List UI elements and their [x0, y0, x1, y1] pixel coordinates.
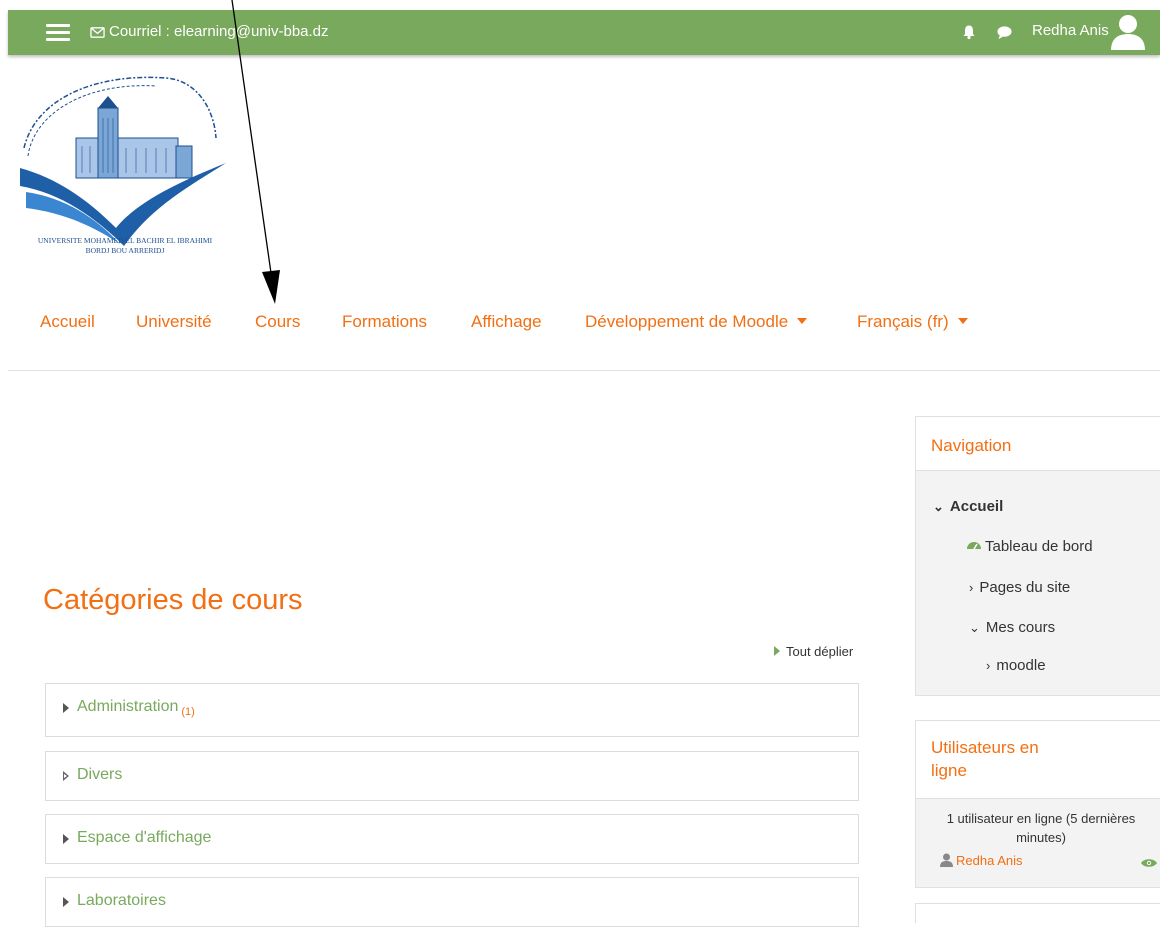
nav-tree-label: moodle: [996, 657, 1046, 674]
block-title: Navigation: [931, 436, 1012, 455]
chat-icon[interactable]: [996, 25, 1013, 40]
nav-tree-moodle[interactable]: › moodle: [986, 657, 1046, 674]
user-menu-name[interactable]: Redha Anis: [1032, 22, 1109, 39]
expand-all-label: Tout déplier: [786, 644, 854, 659]
expand-triangle-icon[interactable]: [63, 897, 69, 907]
eye-icon[interactable]: [1141, 858, 1157, 868]
expand-all-link[interactable]: Tout déplier: [774, 644, 853, 659]
chevron-right-icon: ›: [969, 580, 974, 595]
nav-item-universite[interactable]: Université: [136, 312, 212, 332]
category-count: (1): [181, 706, 195, 718]
nav-tree-dashboard[interactable]: Tableau de bord: [966, 538, 1093, 555]
nav-item-developpement-dropdown[interactable]: Développement de Moodle: [585, 312, 808, 332]
page-title: Catégories de cours: [43, 584, 303, 616]
nav-item-language-label: Français (fr): [857, 312, 949, 331]
bell-icon[interactable]: [961, 24, 977, 40]
navigation-block: Navigation ⌄ Accueil Tableau de bord › Pag…: [915, 416, 1160, 696]
chevron-down-icon: ⌄: [969, 620, 980, 635]
nav-tree-label: Tableau de bord: [985, 538, 1093, 555]
online-users-block: Utilisateurs en ligne 1 utilisateur en l…: [915, 720, 1160, 888]
nav-tree-mes-cours[interactable]: ⌄ Mes cours: [969, 619, 1055, 636]
university-logo: [20, 76, 226, 246]
block-title-line1: Utilisateurs en: [931, 738, 1039, 757]
nav-item-cours[interactable]: Cours: [255, 312, 300, 332]
expand-triangle-icon[interactable]: [63, 771, 69, 781]
nav-tree-label: Pages du site: [979, 579, 1071, 596]
category-name[interactable]: Divers: [77, 766, 122, 784]
user-avatar-icon[interactable]: [1109, 13, 1147, 51]
nav-item-formations[interactable]: Formations: [342, 312, 427, 332]
logo-caption-line1: UNIVERSITE MOHAMED EL BACHIR EL IBRAHIMI: [37, 236, 213, 245]
next-block-edge: [915, 903, 1160, 923]
top-navbar: Courriel : elearning@univ-bba.dz Redha A…: [8, 10, 1160, 55]
dashboard-icon: [967, 542, 981, 550]
category-divers[interactable]: Divers: [45, 751, 859, 801]
category-laboratoires[interactable]: Laboratoires: [45, 877, 859, 927]
nav-tree-label: Accueil: [949, 498, 1004, 515]
online-user-name[interactable]: Redha Anis: [956, 853, 1023, 868]
category-label[interactable]: Administration (1): [77, 698, 195, 718]
nav-item-language-dropdown[interactable]: Français (fr): [857, 312, 968, 332]
nav-tree-pages-du-site[interactable]: › Pages du site: [969, 579, 1070, 596]
hamburger-menu-icon[interactable]: [46, 24, 70, 42]
block-title-line2: ligne: [931, 761, 967, 780]
mail-icon: [90, 27, 105, 38]
online-summary-line2: minutes): [1016, 830, 1066, 845]
nav-item-developpement-label: Développement de Moodle: [585, 312, 789, 331]
chevron-down-icon: [957, 317, 968, 324]
nav-divider: [8, 370, 1160, 371]
nav-tree-label: Mes cours: [985, 619, 1056, 636]
category-espace-affichage[interactable]: Espace d'affichage: [45, 814, 859, 864]
chevron-down-icon: [797, 317, 808, 324]
chevron-down-icon: ⌄: [933, 499, 944, 514]
contact-email: Courriel : elearning@univ-bba.dz: [109, 23, 329, 40]
nav-item-affichage[interactable]: Affichage: [471, 312, 542, 332]
nav-tree-accueil[interactable]: ⌄ Accueil: [933, 498, 1003, 515]
logo-caption-line2: BORDJ BOU ARRERIDJ: [85, 246, 165, 255]
user-icon: [940, 853, 953, 867]
expand-triangle-icon[interactable]: [63, 703, 69, 713]
category-name[interactable]: Espace d'affichage: [77, 829, 211, 847]
category-administration[interactable]: Administration (1): [45, 683, 859, 737]
category-name[interactable]: Administration: [77, 698, 178, 715]
expand-triangle-icon[interactable]: [63, 834, 69, 844]
nav-item-accueil[interactable]: Accueil: [40, 312, 95, 332]
expand-triangle-icon: [774, 646, 780, 656]
chevron-right-icon: ›: [986, 658, 991, 673]
online-user-link[interactable]: Redha Anis: [940, 853, 1023, 868]
category-name[interactable]: Laboratoires: [77, 892, 166, 910]
online-summary-line1: 1 utilisateur en ligne (5 dernières: [946, 811, 1136, 826]
